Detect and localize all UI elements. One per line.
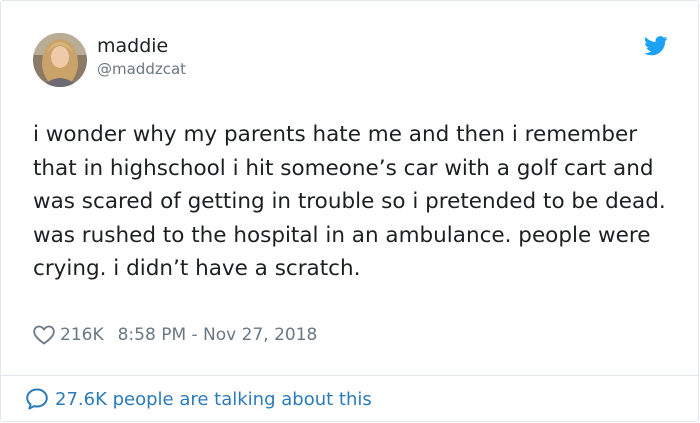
divider [1, 375, 698, 376]
author-handle[interactable]: @maddzcat [97, 59, 186, 79]
avatar[interactable] [33, 33, 87, 87]
tweet-timestamp[interactable]: 8:58 PM - Nov 27, 2018 [118, 325, 318, 345]
tweet-card: maddie @maddzcat i wonder why my parents… [0, 0, 699, 422]
conversation-label[interactable]: 27.6K people are talking about this [55, 389, 372, 410]
conversation-link[interactable]: 27.6K people are talking about this [25, 386, 372, 412]
tweet-meta: 216K 8:58 PM - Nov 27, 2018 [33, 323, 317, 347]
twitter-bird-icon[interactable] [644, 36, 668, 56]
author-display-name[interactable]: maddie [97, 34, 168, 58]
like-count[interactable]: 216K [60, 325, 104, 345]
speech-bubble-icon [25, 387, 49, 411]
tweet-text: i wonder why my parents hate me and then… [33, 122, 666, 281]
heart-icon[interactable] [33, 325, 55, 345]
